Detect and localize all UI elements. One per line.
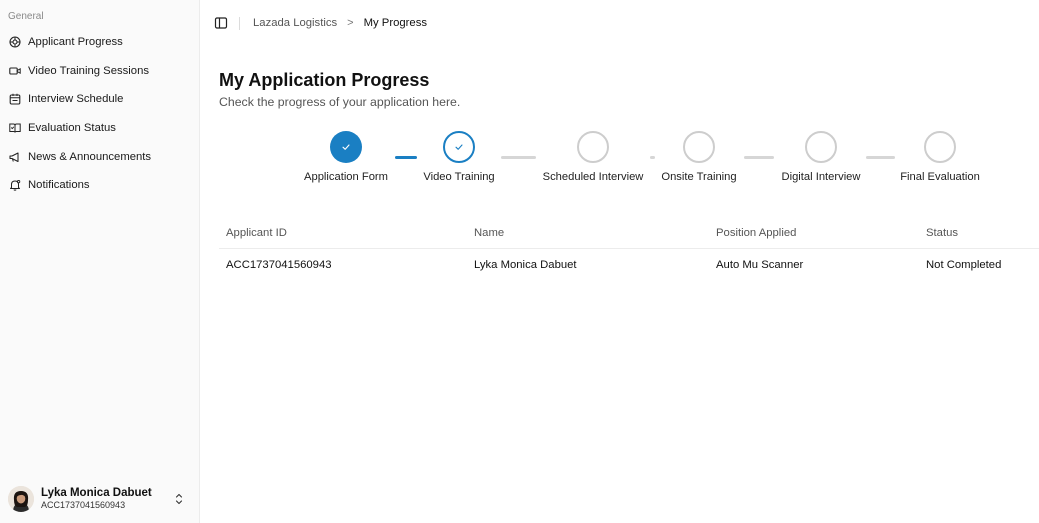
- check-icon: [455, 144, 463, 150]
- sidebar-nav: Applicant Progress Video Training Sessio…: [0, 28, 199, 200]
- step-label: Onsite Training: [661, 171, 737, 183]
- sidebar-toggle-icon[interactable]: [214, 16, 228, 30]
- column-header-status: Status: [926, 227, 959, 239]
- divider: [239, 16, 240, 30]
- calendar-icon: [9, 93, 21, 106]
- chevrons-up-down-icon: [174, 492, 184, 506]
- bell-icon: [9, 179, 21, 191]
- main-content: Lazada Logistics > My Progress My Applic…: [200, 0, 1039, 523]
- avatar: [8, 486, 34, 512]
- sidebar-item-notifications[interactable]: Notifications: [0, 171, 199, 200]
- breadcrumb: Lazada Logistics > My Progress: [253, 17, 427, 29]
- step-onsite-training-circle: [683, 131, 715, 163]
- page-title: My Application Progress: [219, 70, 430, 90]
- breadcrumb-link-lazada-logistics[interactable]: Lazada Logistics: [253, 17, 337, 29]
- sidebar-item-label: Applicant Progress: [28, 36, 123, 49]
- video-icon: [9, 65, 21, 77]
- top-bar: Lazada Logistics > My Progress: [214, 14, 427, 32]
- sidebar-item-label: News & Announcements: [28, 150, 152, 163]
- cell-status: Not Completed: [926, 258, 1002, 271]
- user-id: ACC1737041560943: [41, 500, 126, 511]
- cell-applicant-id: ACC1737041560943: [226, 258, 332, 271]
- column-header-name: Name: [474, 227, 505, 239]
- page-subtitle: Check the progress of your application h…: [219, 95, 461, 109]
- sidebar-item-video-training-sessions[interactable]: Video Training Sessions: [0, 57, 199, 86]
- breadcrumb-separator: >: [347, 17, 354, 29]
- cell-name: Lyka Monica Dabuet: [474, 258, 577, 271]
- cell-position-applied: Auto Mu Scanner: [716, 258, 804, 271]
- column-header-position-applied: Position Applied: [716, 227, 797, 239]
- sidebar-item-news-announcements[interactable]: News & Announcements: [0, 142, 199, 171]
- sidebar-group-label: General: [8, 11, 44, 22]
- step-final-evaluation-circle: [924, 131, 956, 163]
- user-info: Lyka Monica Dabuet ACC1737041560943: [41, 487, 152, 511]
- step-scheduled-interview-circle: [577, 131, 609, 163]
- step-connector: [744, 156, 774, 159]
- step-label: Digital Interview: [781, 171, 861, 183]
- app-root: General Applicant Progress Video Trainin…: [0, 0, 1039, 523]
- sidebar-item-label: Evaluation Status: [28, 122, 116, 135]
- step-label: Video Training: [423, 171, 495, 183]
- progress-icon: [9, 36, 21, 48]
- step-label: Scheduled Interview: [542, 171, 644, 183]
- step-digital-interview-circle: [805, 131, 837, 163]
- sidebar-item-label: Interview Schedule: [28, 93, 124, 106]
- step-connector: [501, 156, 536, 159]
- step-connector: [395, 156, 417, 159]
- megaphone-icon: [9, 151, 21, 163]
- breadcrumb-current: My Progress: [363, 17, 427, 29]
- sidebar-item-interview-schedule[interactable]: Interview Schedule: [0, 85, 199, 114]
- table-row: ACC1737041560943 Lyka Monica Dabuet Auto…: [219, 249, 1039, 280]
- user-menu[interactable]: Lyka Monica Dabuet ACC1737041560943: [8, 484, 192, 514]
- sidebar: General Applicant Progress Video Trainin…: [0, 0, 200, 523]
- sidebar-item-applicant-progress[interactable]: Applicant Progress: [0, 28, 199, 57]
- step-video-training-circle: [443, 131, 475, 163]
- step-label: Final Evaluation: [900, 171, 980, 183]
- sidebar-item-evaluation-status[interactable]: Evaluation Status: [0, 114, 199, 143]
- step-connector: [866, 156, 895, 159]
- applicant-table: Applicant ID Name Position Applied Statu…: [219, 218, 1039, 280]
- step-label: Application Form: [304, 171, 388, 183]
- check-icon: [342, 144, 350, 150]
- user-name: Lyka Monica Dabuet: [41, 487, 152, 500]
- sidebar-item-label: Video Training Sessions: [28, 64, 149, 77]
- column-header-applicant-id: Applicant ID: [226, 227, 287, 239]
- sidebar-item-label: Notifications: [28, 179, 90, 192]
- step-application-form-circle: [330, 131, 362, 163]
- step-connector: [650, 156, 655, 159]
- book-check-icon: [9, 122, 21, 134]
- table-header-row: Applicant ID Name Position Applied Statu…: [219, 218, 1039, 249]
